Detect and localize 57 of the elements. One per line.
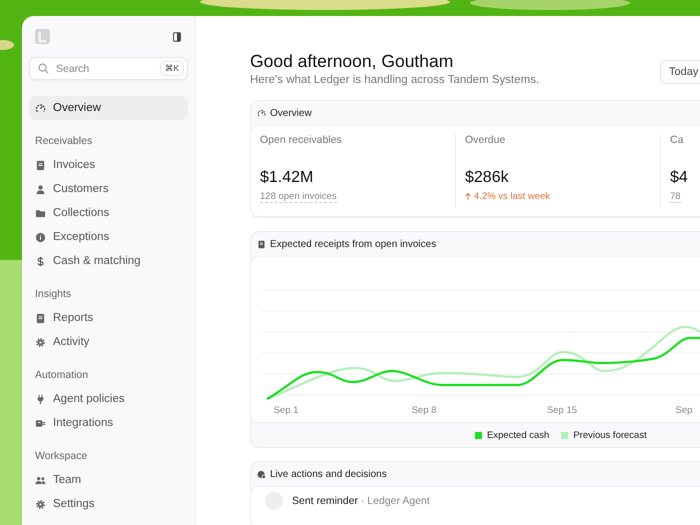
- legend-label: Previous forecast: [573, 430, 647, 440]
- metric-value: $4: [670, 169, 689, 187]
- document-icon: [257, 240, 266, 248]
- metric-label: Ca: [670, 134, 684, 146]
- sidebar-toggle-icon[interactable]: [173, 32, 181, 42]
- agent-icon: [257, 470, 266, 478]
- gear-icon: [35, 498, 46, 510]
- section-label: Automation: [34, 368, 90, 383]
- metric-note: 78: [670, 191, 681, 203]
- nav-item[interactable]: Collections: [29, 201, 188, 225]
- nav-item[interactable]: Integrations: [29, 411, 188, 435]
- gear-icon: [35, 336, 46, 348]
- page-title: Good afternoon, Goutham: [250, 50, 454, 72]
- dollar-icon: [35, 256, 46, 266]
- metric-label: Overdue: [465, 134, 506, 146]
- section-label: Insights: [34, 287, 72, 302]
- nav-item[interactable]: Customers: [29, 177, 188, 201]
- nav-item[interactable]: Cash & matching: [29, 249, 188, 273]
- card-title: Overview: [270, 108, 312, 118]
- axis-label: Sep 15: [546, 405, 578, 416]
- nav-item[interactable]: Invoices: [29, 153, 188, 177]
- metric-value: $1.42M: [260, 169, 314, 187]
- metric-note: 128 open invoices: [260, 191, 337, 203]
- nav-item[interactable]: Activity: [29, 330, 188, 354]
- card-title: Live actions and decisions: [270, 468, 387, 480]
- metric-value: $286k: [465, 169, 510, 187]
- info-icon: [35, 232, 46, 242]
- page-subtitle: Here’s what Ledger is handling across Tandem Systems.: [250, 74, 540, 86]
- folder-icon: [35, 208, 46, 218]
- nav-item[interactable]: Team: [29, 468, 188, 492]
- axis-label: Sep 1: [274, 405, 298, 416]
- card-title: Expected receipts from open invoices: [270, 238, 436, 250]
- nav-item[interactable]: Agent policies: [29, 387, 188, 411]
- logo-icon: [35, 29, 50, 44]
- document-icon: [35, 312, 46, 324]
- date-button[interactable]: Today: [660, 60, 700, 84]
- people-icon: [35, 474, 46, 486]
- document-icon: [35, 160, 46, 170]
- metric-label: Open receivables: [260, 134, 343, 146]
- nav-item[interactable]: Exceptions: [29, 225, 188, 249]
- section-label: Workspace: [34, 449, 88, 464]
- legend-label: Expected cash: [487, 430, 550, 440]
- connector-icon: [35, 418, 46, 428]
- nav-item[interactable]: Overview: [29, 96, 188, 120]
- activity-entry: Sent reminder · Ledger Agent: [292, 495, 430, 507]
- nav-item[interactable]: Reports: [29, 306, 188, 330]
- axis-label: Sep: [676, 405, 692, 416]
- nav-item[interactable]: Settings: [29, 492, 188, 516]
- section-label: Receivables: [34, 134, 94, 149]
- shortcut-hint: ⌘K: [160, 61, 184, 76]
- person-icon: [35, 184, 46, 194]
- plug-icon: [35, 394, 46, 404]
- gauge-icon: [257, 108, 266, 118]
- axis-label: Sep 8: [412, 405, 436, 416]
- metric-trend: 4.2% vs last week: [474, 191, 550, 202]
- gauge-icon: [35, 102, 46, 114]
- search-icon: [38, 63, 49, 74]
